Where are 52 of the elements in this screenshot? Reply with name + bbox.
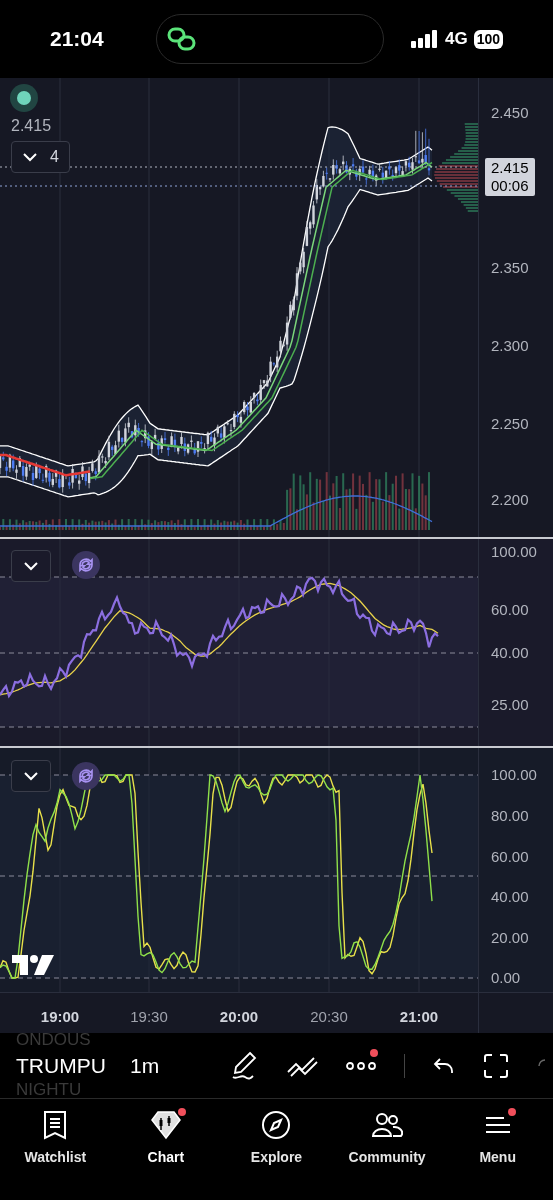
axis-label: 2.200 bbox=[491, 492, 529, 507]
bookmark-list-icon bbox=[42, 1110, 69, 1140]
axis-label: 0.00 bbox=[491, 970, 521, 985]
time-label: 20:30 bbox=[310, 1007, 348, 1027]
time-label: 19:30 bbox=[130, 1007, 168, 1027]
sync-icon[interactable] bbox=[72, 551, 100, 579]
chevron-down-icon bbox=[23, 771, 39, 781]
axis-label: 40.00 bbox=[491, 889, 529, 904]
collapse-button[interactable] bbox=[11, 550, 51, 582]
price-tag-price: 2.415 bbox=[491, 159, 529, 177]
chevron-down-icon bbox=[23, 561, 39, 571]
sync-icon[interactable] bbox=[72, 762, 100, 790]
more-icon[interactable] bbox=[346, 1060, 376, 1071]
symbol-above: ONDOUS bbox=[16, 1029, 91, 1051]
undo-icon[interactable] bbox=[433, 1056, 455, 1075]
status-time: 21:04 bbox=[50, 26, 105, 53]
axis-label: 60.00 bbox=[491, 602, 529, 617]
axis-label: 100.00 bbox=[491, 767, 537, 782]
nav-tab[interactable]: Menu bbox=[442, 1109, 553, 1168]
axis-label: 60.00 bbox=[491, 849, 529, 864]
link-icon bbox=[167, 27, 198, 51]
nav-tab[interactable]: Explore bbox=[221, 1109, 332, 1168]
axis-label: 2.250 bbox=[491, 416, 529, 431]
axis-label: 20.00 bbox=[491, 930, 529, 945]
indicators-toggle-button[interactable]: 4 bbox=[11, 141, 70, 173]
compass-icon bbox=[261, 1110, 292, 1140]
pencil-icon[interactable] bbox=[230, 1050, 258, 1081]
people-icon bbox=[371, 1111, 404, 1139]
axis-label: 2.300 bbox=[491, 338, 529, 353]
candlestick-gem-icon bbox=[149, 1110, 182, 1140]
axis-label: 40.00 bbox=[491, 645, 529, 660]
axis-label: 2.450 bbox=[491, 105, 529, 120]
nav-tab[interactable]: Community bbox=[331, 1109, 443, 1168]
network-type: 4G bbox=[444, 28, 468, 51]
last-price: 2.415 bbox=[11, 116, 52, 136]
logo-icon bbox=[12, 953, 54, 977]
time-label: 20:00 bbox=[219, 1007, 259, 1027]
battery-indicator: 100 bbox=[473, 29, 503, 49]
interval-button[interactable]: 1m bbox=[130, 1049, 160, 1082]
axis-label: 25.00 bbox=[491, 697, 529, 712]
nav-tab[interactable]: Chart bbox=[110, 1109, 222, 1168]
chevron-down-icon bbox=[22, 152, 38, 162]
axis-label: 100.00 bbox=[491, 544, 537, 559]
time-label: 21:00 bbox=[399, 1007, 439, 1027]
time-label: 19:00 bbox=[40, 1007, 80, 1027]
price-tag-countdown: 00:06 bbox=[491, 177, 529, 195]
axis-label: 2.350 bbox=[491, 260, 529, 275]
collapse-button[interactable] bbox=[11, 760, 51, 792]
signal-icon bbox=[410, 30, 439, 48]
axis-label: 80.00 bbox=[491, 808, 529, 823]
nav-tab[interactable]: Watchlist bbox=[0, 1109, 111, 1168]
fullscreen-icon[interactable] bbox=[483, 1052, 509, 1079]
